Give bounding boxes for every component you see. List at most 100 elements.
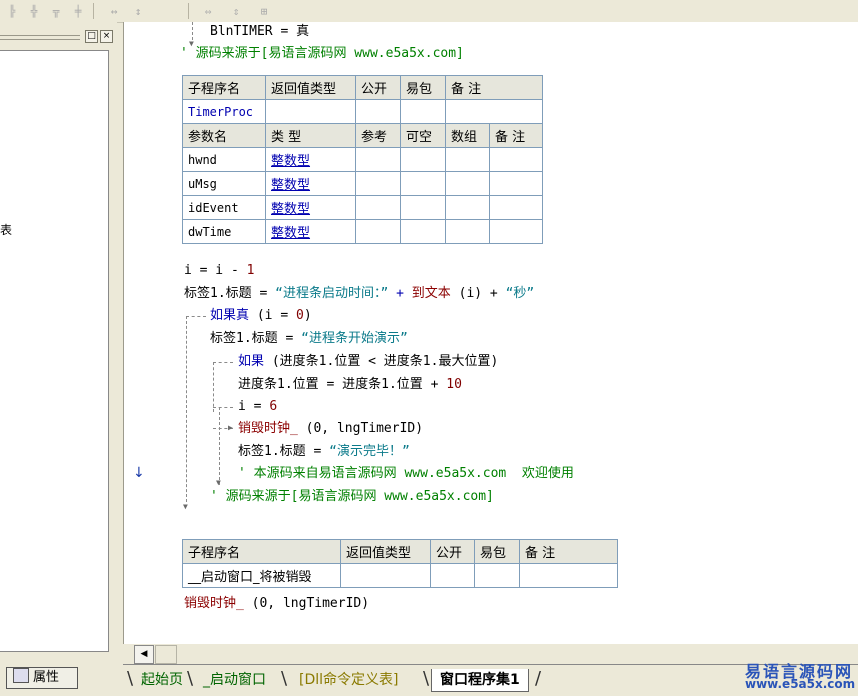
return-type-cell[interactable] [340,563,431,588]
empty-cell[interactable] [489,171,543,196]
empty-cell[interactable] [355,219,401,244]
empty-cell[interactable] [355,171,401,196]
param-type-cell[interactable]: 整数型 [265,147,356,172]
remark-cell[interactable] [519,563,618,588]
empty-cell[interactable] [445,171,490,196]
code-line[interactable]: 进度条1.位置 = 进度条1.位置 + 10 [238,375,462,395]
param-name-cell[interactable]: idEvent [182,195,266,220]
table-row[interactable]: dwTime 整数型 [182,219,543,244]
code-line[interactable]: 标签1.标题 = “演示完毕！” [238,442,410,462]
empty-cell[interactable] [445,219,490,244]
subroutine-name-cell[interactable]: __启动窗口_将被销毁 [182,563,341,588]
number-literal: 1 [246,263,255,278]
public-cell[interactable] [355,99,401,124]
return-type-cell[interactable] [265,99,356,124]
public-cell[interactable] [430,563,475,588]
header-cell: 易包 [474,539,520,564]
toolbar: ╠ ╬ ╦ ╪ ↔ ↕ ⇔ ⇕ ⊞ [0,0,858,23]
code-text: (进度条1.位置 < 进度条1.最大位置) [264,354,499,369]
empty-cell[interactable] [400,195,446,220]
keyword: 如果 [238,354,265,369]
code-line[interactable]: BlnTIMER = 真 [210,22,309,42]
code-comment[interactable]: ' 源码来源于[易语言源码网 www.e5a5x.com] [210,487,494,507]
package-cell[interactable] [474,563,520,588]
header-cell: 备 注 [489,123,543,148]
empty-cell[interactable] [400,219,446,244]
tab-startup-window[interactable]: _启动窗口 [195,669,274,691]
empty-cell[interactable] [400,147,446,172]
function-name: 销毁时钟_ [238,421,298,436]
param-name-cell[interactable]: hwnd [182,147,266,172]
empty-cell[interactable] [355,195,401,220]
param-type-cell[interactable]: 整数型 [265,219,356,244]
properties-tab[interactable]: 属性 [6,667,78,689]
param-type-cell[interactable]: 整数型 [265,195,356,220]
subroutine-name-cell[interactable]: TimerProc [182,99,266,124]
space-vertical-icon[interactable]: ↕ [128,2,148,21]
number-literal: 6 [269,399,278,414]
function-name: 销毁时钟_ [184,596,244,611]
header-cell: 返回值类型 [265,75,356,100]
param-name-cell[interactable]: dwTime [182,219,266,244]
code-line[interactable]: 如果真 (i = 0) [210,306,312,326]
code-line[interactable]: 标签1.标题 = “进程条开始演示” [210,329,408,349]
string-literal: “演示完毕！” [329,444,410,459]
header-cell: 可空 [400,123,446,148]
code-comment[interactable]: ' 本源码来自易语言源码网 www.e5a5x.com 欢迎使用 [238,464,574,484]
align-top-icon[interactable]: ╦ [46,2,66,21]
code-line[interactable]: 销毁时钟_ (0, lngTimerID) [238,419,423,439]
code-line[interactable]: i = 6 [238,397,277,417]
tab-dll-definitions[interactable]: [Dll命令定义表] [291,669,406,691]
header-cell: 子程序名 [182,539,341,564]
header-cell: 公开 [355,75,401,100]
keyword: 如果真 [210,308,250,323]
empty-cell[interactable] [489,195,543,220]
table-row[interactable]: uMsg 整数型 [182,171,543,196]
same-height-icon[interactable]: ⇕ [226,2,246,21]
code-line[interactable]: 如果 (进度条1.位置 < 进度条1.最大位置) [238,352,498,372]
close-icon[interactable]: × [100,30,113,43]
table-row[interactable]: hwnd 整数型 [182,147,543,172]
align-left-icon[interactable]: ╠ [2,2,22,21]
param-type-cell[interactable]: 整数型 [265,171,356,196]
header-cell: 返回值类型 [340,539,431,564]
header-cell: 数组 [445,123,490,148]
empty-cell[interactable] [400,171,446,196]
empty-cell[interactable] [489,219,543,244]
code-line[interactable]: i = i - 1 [184,261,254,281]
code-text: (0, lngTimerID) [297,421,424,436]
subroutine-table[interactable]: 子程序名 返回值类型 公开 易包 备 注 __启动窗口_将被销毁 [182,539,618,588]
header-cell: 类 型 [265,123,356,148]
watermark-url: www.e5a5x.com [745,677,856,691]
scroll-left-icon[interactable]: ◀ [134,645,154,664]
code-line[interactable]: 标签1.标题 = “进程条启动时间：” + 到文本 (i) + “秒” [184,284,534,304]
panel-titlebar: □ × [0,26,115,43]
empty-cell[interactable] [489,147,543,172]
param-name-cell[interactable]: uMsg [182,171,266,196]
empty-cell[interactable] [445,195,490,220]
support-library-tree[interactable]: 表 [0,50,109,652]
align-center-icon[interactable]: ╬ [24,2,44,21]
remark-cell[interactable] [445,99,543,124]
space-horizontal-icon[interactable]: ↔ [104,2,124,21]
same-width-icon[interactable]: ⇔ [198,2,218,21]
same-size-icon[interactable]: ⊞ [254,2,274,21]
restore-icon[interactable]: □ [85,30,98,43]
code-line[interactable]: 销毁时钟_ (0, lngTimerID) [184,594,369,614]
header-cell: 子程序名 [182,75,266,100]
code-comment[interactable]: ' 源码来源于[易语言源码网 www.e5a5x.com] [180,44,464,64]
align-middle-icon[interactable]: ╪ [68,2,88,21]
string-literal: “进程条开始演示” [301,331,408,346]
tab-start-page[interactable]: 起始页 [133,669,191,691]
code-text: (0, lngTimerID) [243,596,370,611]
tab-window-assembly[interactable]: 窗口程序集1 [431,669,529,692]
subroutine-table[interactable]: 子程序名 返回值类型 公开 易包 备 注 TimerProc 参数名 类 型 参… [182,75,543,244]
empty-cell[interactable] [445,147,490,172]
code-text: 标签1.标题 = [238,444,330,459]
code-text: (i = [249,308,296,323]
package-cell[interactable] [400,99,446,124]
number-literal: 10 [446,377,462,392]
table-row[interactable]: idEvent 整数型 [182,195,543,220]
empty-cell[interactable] [355,147,401,172]
scroll-thumb[interactable] [155,645,177,664]
